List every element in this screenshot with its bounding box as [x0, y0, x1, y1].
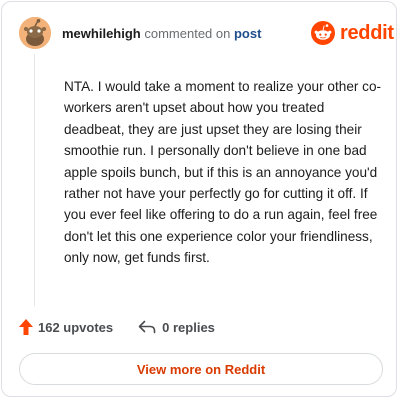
- comment-body: NTA. I would take a moment to realize yo…: [64, 79, 382, 266]
- view-more-button[interactable]: View more on Reddit: [19, 353, 383, 385]
- post-link[interactable]: post: [234, 26, 261, 41]
- reddit-snoo-icon: [311, 21, 335, 45]
- avatar[interactable]: [19, 17, 51, 49]
- upvote-count: 162 upvotes: [38, 319, 114, 335]
- reply-action[interactable]: 0 replies: [138, 320, 215, 335]
- username[interactable]: mewhilehigh: [62, 26, 141, 41]
- reddit-wordmark: reddit: [340, 21, 394, 44]
- thread-line: [34, 54, 35, 306]
- comment-header: mewhilehigh commented on post: [62, 26, 261, 42]
- comment-embed-card: mewhilehigh commented on post reddit NTA…: [1, 1, 397, 397]
- upvote-action[interactable]: 162 upvotes: [19, 319, 113, 335]
- comment-actions: 162 upvotes 0 replies: [19, 319, 215, 335]
- reddit-logo[interactable]: reddit: [311, 21, 394, 45]
- snoo-avatar-icon: [19, 17, 51, 49]
- action-text: commented on: [144, 26, 231, 41]
- reply-count: 0 replies: [162, 319, 215, 335]
- reply-arrow-icon: [138, 320, 156, 334]
- upvote-arrow-icon: [19, 319, 33, 335]
